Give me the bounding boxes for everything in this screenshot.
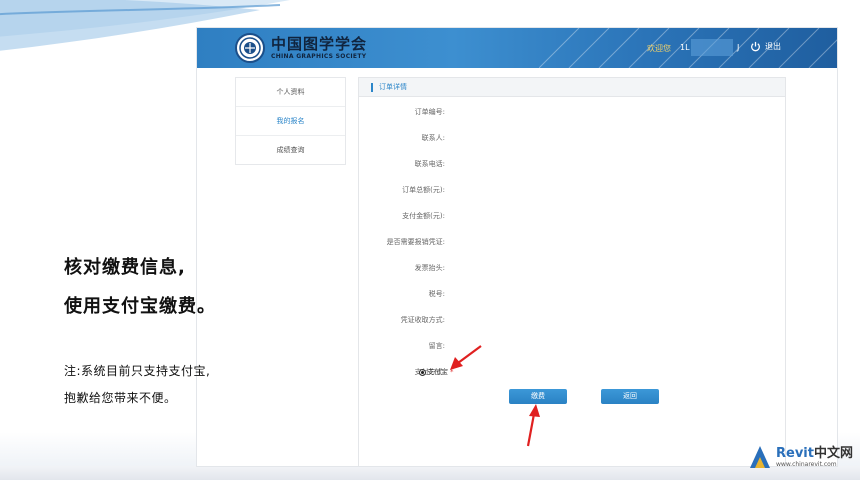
website-screenshot: 中国图学学会 CHINA GRAPHICS SOCIETY 欢迎您 1L J 退… [196, 27, 838, 467]
field-label-contact: 联系人: [421, 134, 445, 142]
slide-headline-line1: 核对缴费信息, [64, 257, 186, 278]
logout-label: 退出 [765, 42, 781, 51]
logout-button[interactable]: 退出 [750, 41, 781, 52]
field-label-receipt-method: 凭证收取方式: [400, 316, 445, 324]
field-label-tax-number: 税号: [428, 290, 445, 298]
sidebar-item-my-registration[interactable]: 我的报名 [236, 107, 345, 136]
field-label-order-number: 订单编号: [414, 108, 445, 116]
site-logo[interactable]: 中国图学学会 CHINA GRAPHICS SOCIETY [235, 33, 367, 63]
watermark-brand-suffix: 中文网 [813, 445, 853, 461]
panel-header: 订单详情 [359, 78, 785, 97]
sidebar: 个人资料 我的报名 成绩查询 [235, 77, 346, 165]
field-label-message: 留言: [428, 342, 445, 350]
watermark-brand: Revit中文网 [776, 447, 853, 460]
field-label-pay-amount: 支付金额(元): [402, 212, 445, 220]
field-label-need-receipt: 是否需要报销凭证: [386, 238, 445, 246]
sidebar-item-profile[interactable]: 个人资料 [236, 78, 345, 107]
username-start: 1L [680, 43, 690, 52]
slide-note-line2: 抱歉给您带来不便。 [64, 391, 177, 405]
username-redaction [691, 39, 733, 56]
payment-option-alipay[interactable]: 支付宝 * [419, 367, 454, 377]
sidebar-item-score-query[interactable]: 成绩查询 [236, 136, 345, 165]
field-label-order-total: 订单总额(元): [402, 186, 445, 194]
welcome-text: 欢迎您 [647, 44, 671, 53]
site-header: 中国图学学会 CHINA GRAPHICS SOCIETY 欢迎您 1L J 退… [197, 28, 837, 68]
power-icon [751, 41, 760, 52]
field-label-invoice-title: 发票抬头: [414, 264, 445, 272]
slide-bottom-bar [0, 466, 860, 480]
username-end: J [737, 43, 740, 52]
revit-logo-icon [750, 446, 770, 468]
alipay-label: 支付宝 [427, 368, 448, 376]
alipay-radio[interactable] [419, 368, 426, 376]
field-label-phone: 联系电话: [414, 160, 445, 168]
watermark-url: www.chinarevit.com [776, 460, 837, 468]
pay-button[interactable]: 缴费 [509, 389, 567, 404]
slide-headline-line2: 使用支付宝缴费。 [64, 296, 216, 317]
logo-chinese-name: 中国图学学会 [271, 34, 368, 53]
required-mark: * [450, 368, 454, 376]
logo-english-name: CHINA GRAPHICS SOCIETY [271, 52, 367, 60]
watermark: Revit中文网 www.chinarevit.com [748, 444, 853, 470]
slide-note-line1: 注:系统目前只支持支付宝, [64, 364, 211, 378]
back-button[interactable]: 返回 [601, 389, 659, 404]
panel-title: 订单详情 [379, 83, 407, 91]
society-emblem-icon [235, 33, 265, 63]
order-detail-panel: 订单详情 订单编号: 联系人: 联系电话: 订单总额(元): 支付金额(元): … [358, 77, 786, 466]
watermark-brand-name: Revit [776, 445, 814, 461]
panel-title-bar [371, 82, 373, 92]
